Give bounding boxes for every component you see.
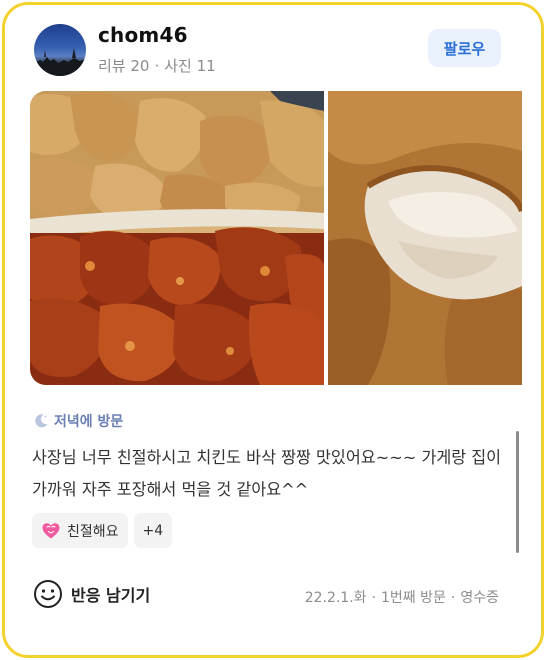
heart-icon bbox=[42, 522, 60, 538]
username[interactable]: chom46 bbox=[98, 23, 188, 47]
more-tags-button[interactable]: +4 bbox=[133, 513, 173, 548]
visit-time: 저녁에 방문 bbox=[33, 411, 123, 431]
receipt-verification: 영수증 bbox=[460, 590, 499, 606]
avatar[interactable] bbox=[34, 24, 86, 76]
keyword-tags: 친절해요 +4 bbox=[32, 513, 173, 548]
leave-reaction-button[interactable]: 반응 남기기 bbox=[33, 579, 150, 609]
review-photo-1[interactable] bbox=[30, 91, 324, 385]
footer-separator: · bbox=[371, 590, 377, 606]
user-stats: 리뷰 20 · 사진 11 bbox=[98, 55, 216, 76]
scrollbar[interactable] bbox=[516, 431, 519, 553]
avatar-image bbox=[34, 48, 86, 76]
review-text[interactable]: 사장님 너무 친절하시고 치킨도 바삭 짱짱 맛있어요~~~ 가게랑 집이 가까… bbox=[32, 442, 512, 506]
photo-count: 사진 11 bbox=[164, 57, 216, 75]
follow-button[interactable]: 팔로우 bbox=[428, 29, 501, 67]
keyword-tag-kind[interactable]: 친절해요 bbox=[32, 513, 128, 548]
visit-time-label: 저녁에 방문 bbox=[54, 414, 124, 430]
review-card: chom46 리뷰 20 · 사진 11 팔로우 저녁에 방문 사장님 너무 친… bbox=[2, 2, 544, 658]
moon-icon bbox=[35, 414, 48, 428]
review-photo-2[interactable] bbox=[328, 91, 522, 385]
footer-separator: · bbox=[450, 590, 456, 606]
visit-info: 22.2.1.화 · 1번째 방문 · 영수증 bbox=[305, 587, 499, 607]
meta-separator: · bbox=[154, 57, 160, 75]
leave-reaction-label: 반응 남기기 bbox=[71, 586, 151, 605]
visit-count: 1번째 방문 bbox=[381, 590, 446, 606]
keyword-tag-label: 친절해요 bbox=[67, 523, 119, 540]
smile-icon bbox=[34, 580, 62, 608]
visit-date: 22.2.1.화 bbox=[304, 590, 367, 606]
review-count: 리뷰 20 bbox=[98, 57, 150, 75]
